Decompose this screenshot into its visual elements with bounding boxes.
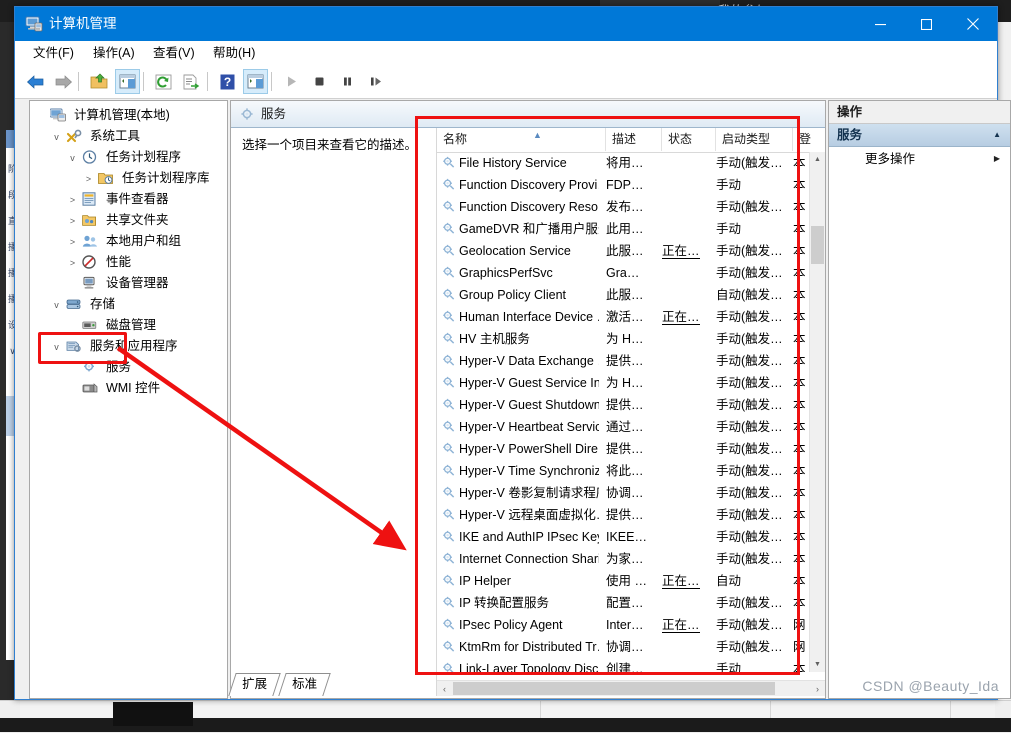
tree-expander[interactable]: v [50, 127, 63, 148]
action-item-label: 更多操作 [865, 152, 916, 166]
minimize-button[interactable] [857, 7, 903, 41]
tree-item-shared-folders[interactable]: > 共享文件夹 [66, 210, 169, 232]
performance-icon [82, 255, 99, 270]
title-bar[interactable]: 计算机管理 [15, 7, 997, 41]
device-manager-icon [82, 276, 99, 291]
export-list-icon[interactable] [179, 69, 204, 94]
taskbar-item[interactable] [113, 702, 193, 726]
scroll-up-icon[interactable]: ▲ [810, 152, 825, 167]
computer-management-icon [25, 15, 43, 33]
actions-pane: 操作 服务 ▲ 更多操作 ▶ [828, 100, 1011, 699]
local-users-icon [82, 234, 99, 249]
tree-item-event-viewer[interactable]: > 事件查看器 [66, 189, 169, 211]
watermark: CSDN @Beauty_Ida [862, 678, 999, 694]
tree-expander[interactable]: > [66, 211, 79, 232]
tree-item-label: 性能 [105, 255, 131, 269]
show-hide-console-tree-icon[interactable] [115, 69, 140, 94]
background-status-cell [770, 700, 951, 719]
view-tabs[interactable]: 扩展 标准 [228, 673, 824, 697]
background-status-cell [540, 700, 771, 719]
window-title: 计算机管理 [49, 16, 117, 31]
refresh-icon[interactable] [151, 69, 176, 94]
tree-item-device-manager[interactable]: 设备管理器 [66, 273, 168, 294]
tree-item-label: 事件查看器 [105, 192, 169, 206]
tree-item-label: 存储 [89, 297, 115, 311]
menu-help[interactable]: 帮助(H) [207, 44, 261, 62]
event-viewer-icon [82, 192, 99, 207]
forward-icon[interactable] [51, 69, 76, 94]
tree-expander[interactable]: > [66, 190, 79, 211]
services-icon [239, 106, 255, 122]
tree-item-label: 计算机管理(本地) [73, 108, 170, 122]
properties-icon[interactable] [243, 69, 268, 94]
tree-expander[interactable]: > [66, 232, 79, 253]
maximize-button[interactable] [903, 7, 949, 41]
start-service-icon[interactable] [279, 69, 304, 94]
toolbar-separator [78, 72, 79, 91]
tree-item-label: 设备管理器 [105, 276, 169, 290]
actions-group-services[interactable]: 服务 ▲ [829, 124, 1010, 147]
svg-text:?: ? [224, 75, 231, 89]
annotation-arrow [116, 346, 407, 551]
tree-expander[interactable]: v [50, 295, 63, 316]
actions-pane-title: 操作 [837, 105, 863, 119]
stop-service-icon[interactable] [307, 69, 332, 94]
chevron-right-icon: ▶ [993, 154, 1000, 163]
help-icon[interactable]: ? [215, 69, 240, 94]
chevron-up-icon[interactable]: ▲ [993, 130, 1001, 139]
tree-item-label: 本地用户和组 [105, 234, 181, 248]
back-icon[interactable] [23, 69, 48, 94]
tree-item-storage[interactable]: v 存储 [50, 294, 115, 315]
tab-extended[interactable]: 扩展 [228, 673, 281, 696]
annotation-rect-services-list [415, 116, 800, 675]
computer-icon [50, 108, 67, 123]
tree-item-computer-management[interactable]: 计算机管理(本地) [34, 105, 170, 126]
actions-group-title: 服务 [837, 128, 863, 142]
tree-item-label: 系统工具 [89, 129, 140, 143]
toolbar: ? [15, 65, 997, 99]
tree-item-label: 磁盘管理 [105, 318, 156, 332]
tree-item-local-users-and-groups[interactable]: > 本地用户和组 [66, 231, 181, 252]
wmi-control-icon [82, 381, 99, 396]
service-description-placeholder: 选择一个项目来查看它的描述。 [242, 138, 418, 152]
tree-expander[interactable]: v [66, 148, 79, 169]
up-folder-icon[interactable] [87, 69, 112, 94]
toolbar-separator [143, 72, 144, 91]
scroll-down-icon[interactable]: ▼ [810, 657, 825, 672]
task-library-icon [98, 171, 115, 186]
actions-pane-header: 操作 [829, 101, 1010, 124]
tree-item-task-scheduler-library[interactable]: > 任务计划程序库 [82, 168, 210, 190]
tree-item-performance[interactable]: > 性能 [66, 252, 131, 273]
tree-item-label: 任务计划程序 [105, 150, 181, 164]
tree-item-task-scheduler[interactable]: v 任务计划程序 [66, 147, 181, 168]
menu-bar: 文件(F) 操作(A) 查看(V) 帮助(H) [15, 41, 997, 66]
tree-item-label: 共享文件夹 [105, 213, 169, 227]
list-vertical-scrollbar[interactable]: ▲ ▼ [809, 152, 825, 672]
disk-management-icon [82, 318, 99, 333]
menu-view[interactable]: 查看(V) [147, 44, 201, 62]
tab-standard[interactable]: 标准 [278, 673, 331, 696]
shared-folders-icon [82, 213, 99, 228]
tree-expander[interactable]: > [66, 253, 79, 274]
action-item-more-actions[interactable]: 更多操作 ▶ [829, 149, 1010, 169]
task-scheduler-icon [82, 150, 99, 165]
toolbar-separator [271, 72, 272, 91]
center-pane-title: 服务 [261, 107, 287, 121]
toolbar-separator [207, 72, 208, 91]
pause-service-icon[interactable] [335, 69, 360, 94]
storage-icon [66, 297, 83, 312]
background-status-cell [20, 700, 541, 719]
close-button[interactable] [949, 7, 997, 41]
resume-service-icon[interactable] [363, 69, 388, 94]
tree-item-system-tools[interactable]: v 系统工具 [50, 126, 140, 147]
vertical-scroll-thumb[interactable] [811, 226, 824, 264]
menu-file[interactable]: 文件(F) [27, 44, 80, 62]
tree-expander[interactable]: > [82, 169, 95, 190]
system-tools-icon [66, 129, 83, 144]
menu-action[interactable]: 操作(A) [87, 44, 141, 62]
tree-item-label: 任务计划程序库 [121, 171, 210, 185]
